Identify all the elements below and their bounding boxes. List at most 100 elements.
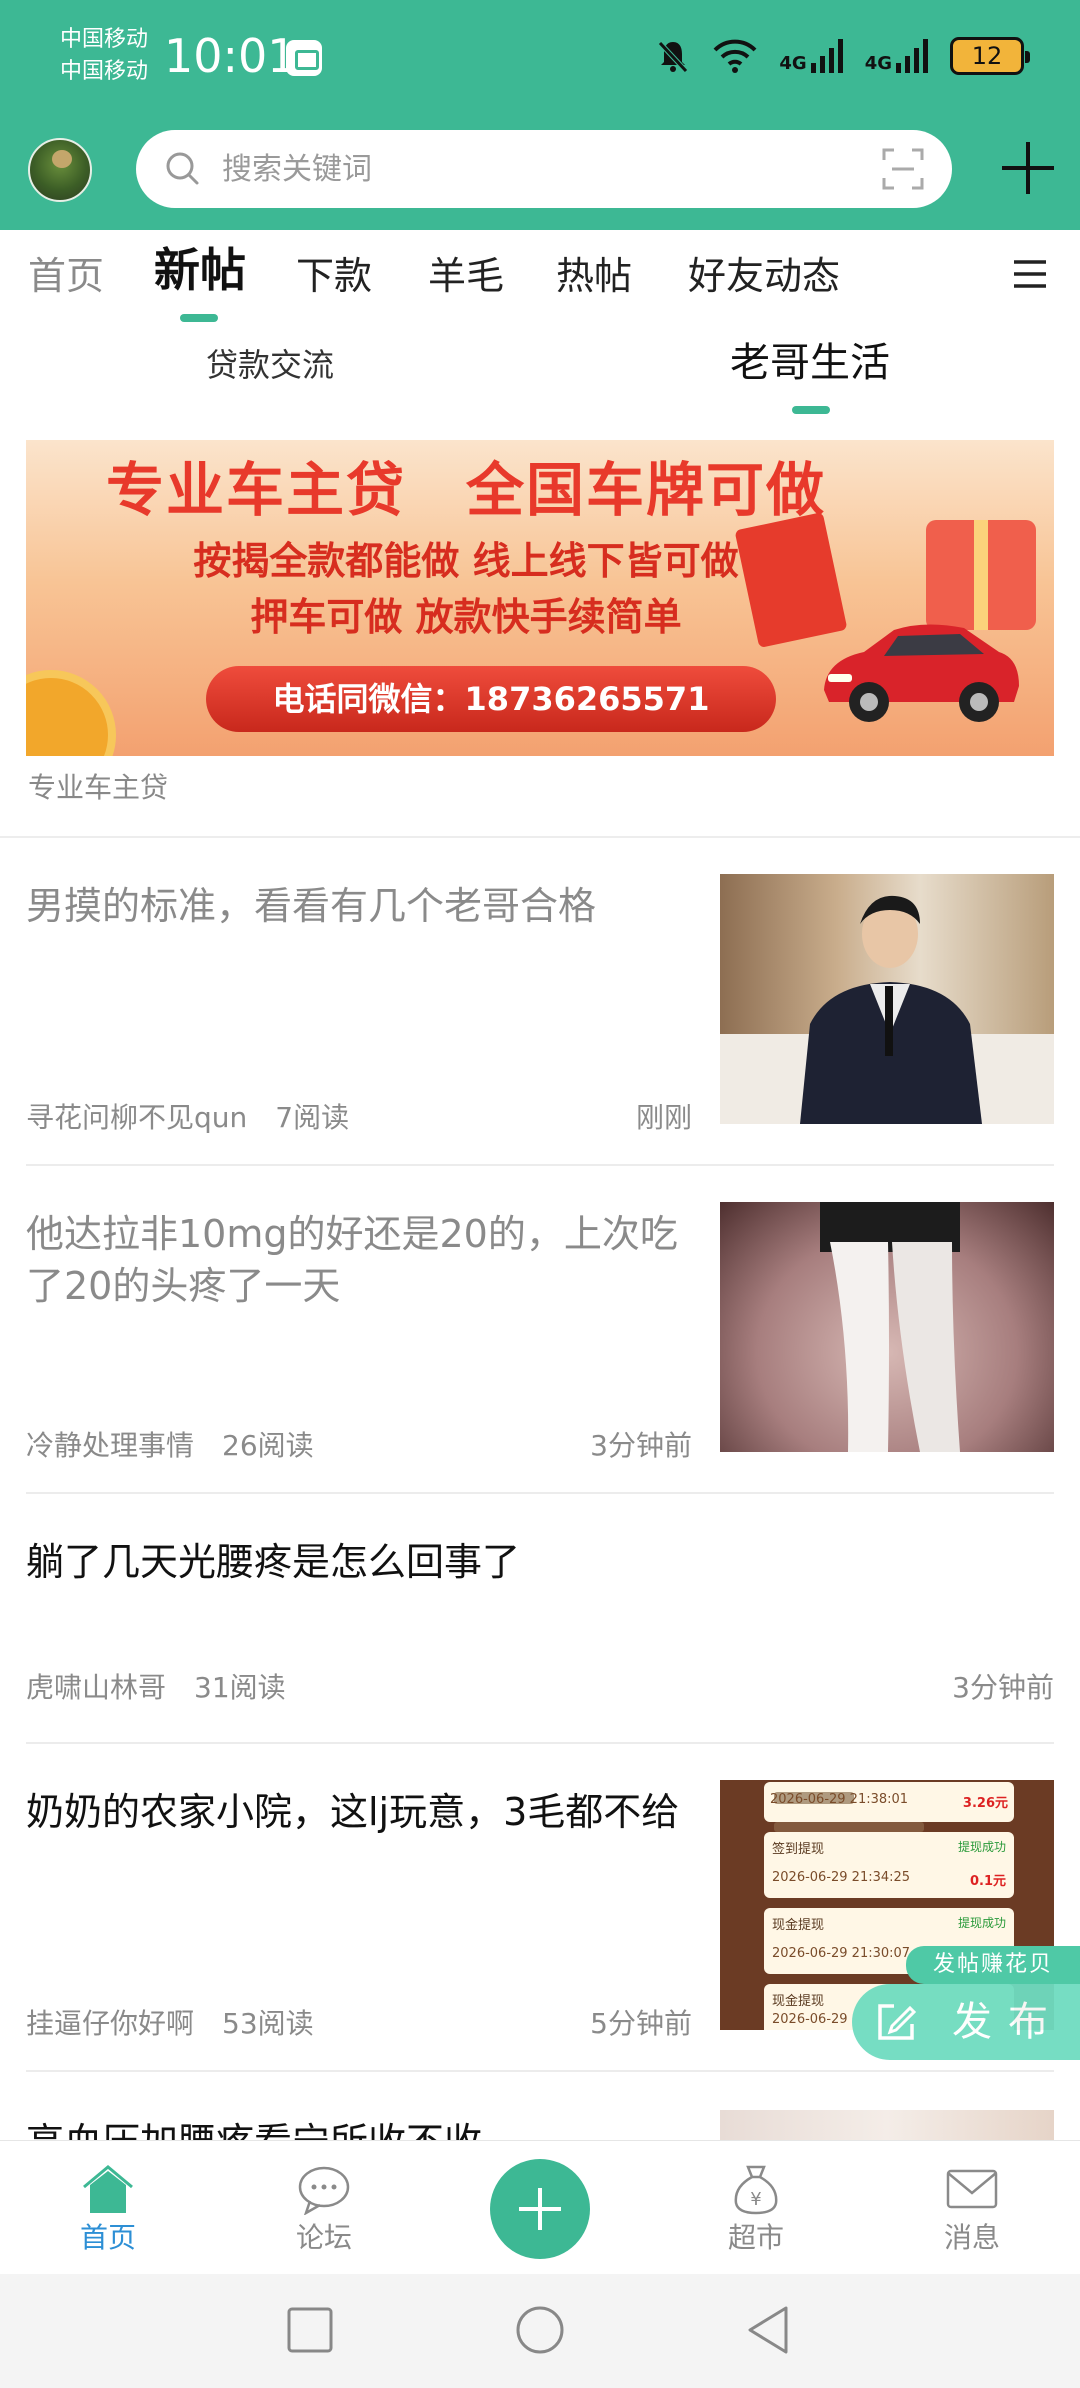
- envelope-icon: [946, 2169, 998, 2209]
- tab-indicator: [180, 314, 218, 322]
- post-reads: 7阅读: [275, 1101, 350, 1134]
- network-type-2: 4G: [864, 53, 892, 74]
- section-divider: [0, 836, 1080, 838]
- post-thumbnail[interactable]: [720, 1202, 1054, 1452]
- post-meta: 虎啸山林哥 31阅读: [26, 1668, 286, 1708]
- post-author[interactable]: 冷静处理事情: [26, 1429, 194, 1462]
- nav-market[interactable]: ¥ 超市: [696, 2163, 816, 2257]
- nav-label: 消息: [943, 2221, 1000, 2254]
- withdraw-record: 2026-06-29 21:38:01 3.26元: [764, 1782, 1014, 1832]
- post-title[interactable]: 高血压加腰疼看宁所收不收: [26, 2116, 686, 2140]
- ad-banner[interactable]: 专业车主贷 全国车牌可做 按揭全款都能做 线上线下皆可做 押车可做 放款快手续简…: [26, 440, 1054, 756]
- tab-deals[interactable]: 羊毛: [428, 248, 504, 304]
- signal-bars-1-icon: [810, 39, 843, 73]
- nav-label: 首页: [79, 2221, 136, 2254]
- post-time: 刚刚: [635, 1101, 692, 1134]
- carrier-2: 中国移动: [60, 59, 149, 84]
- network-type-1: 4G: [779, 53, 807, 74]
- search-input[interactable]: [222, 130, 802, 208]
- mute-bell-icon: [658, 41, 689, 73]
- edit-icon: [878, 2004, 917, 2040]
- tab-home[interactable]: 首页: [28, 248, 104, 304]
- publish-button[interactable]: 发布: [852, 1984, 1080, 2060]
- home-icon: [83, 2165, 133, 2213]
- post-title[interactable]: 他达拉非10mg的好还是20的，上次吃了20的头疼了一天: [26, 1208, 686, 1312]
- main-tab-bar: 首页 新帖 下款 羊毛 热帖 好友动态: [0, 230, 1080, 330]
- top-header: 中国移动 中国移动 10:01 4G 4G 12 搜索关键词: [0, 0, 1080, 230]
- post-title[interactable]: 躺了几天光腰疼是怎么回事了: [26, 1536, 1054, 1588]
- publish-label: 发布: [952, 1999, 1064, 2045]
- banner-title: 专业车主贷 全国车牌可做: [105, 456, 826, 524]
- feed-separator: [26, 1164, 1054, 1166]
- man-in-suit-image: [720, 895, 1054, 1124]
- tab-new-posts[interactable]: 新帖: [154, 242, 246, 298]
- feed-item[interactable]: 男摸的标准，看看有几个老哥合格 寻花问柳不见qun 7阅读 刚刚: [0, 874, 1080, 1208]
- plus-icon: [519, 2188, 561, 2230]
- banner-caption: 专业车主贷: [28, 771, 169, 804]
- nav-forum[interactable]: 论坛: [264, 2163, 384, 2257]
- withdraw-record: 签到提现 提现成功 2026-06-29 21:34:25 0.1元: [764, 1832, 1014, 1898]
- banner-phone: 电话同微信：18736265571: [206, 666, 776, 732]
- scan-icon[interactable]: [882, 148, 924, 190]
- subtab-bro-life[interactable]: 老哥生活: [730, 338, 890, 388]
- post-title[interactable]: 男摸的标准，看看有几个老哥合格: [26, 880, 686, 932]
- wifi-icon: [713, 39, 757, 73]
- post-meta: 寻花问柳不见qun 7阅读: [26, 1098, 349, 1138]
- post-time: 3分钟前: [952, 1671, 1054, 1704]
- post-meta: 冷静处理事情 26阅读: [26, 1426, 314, 1466]
- subtab-loan-talk[interactable]: 贷款交流: [206, 340, 334, 390]
- post-author[interactable]: 虎啸山林哥: [26, 1671, 166, 1704]
- signal-1: 4G: [779, 39, 843, 74]
- battery-level: 12: [971, 42, 1003, 70]
- chat-bubble-icon: [298, 2166, 350, 2215]
- post-author[interactable]: 挂逼仔你好啊: [26, 2007, 194, 2040]
- status-icons: 4G 4G 12: [655, 34, 1030, 78]
- user-avatar[interactable]: [28, 138, 92, 202]
- post-reads: 53阅读: [222, 2007, 314, 2040]
- nav-add-button[interactable]: [490, 2159, 590, 2259]
- notification-app-icon: [286, 40, 322, 76]
- tab-hot-posts[interactable]: 热帖: [556, 248, 632, 304]
- post-time: 5分钟前: [590, 2007, 692, 2040]
- signal-bars-2-icon: [896, 39, 928, 73]
- menu-icon[interactable]: [1010, 254, 1050, 294]
- back-triangle-icon[interactable]: [742, 2304, 794, 2356]
- feed-item[interactable]: 高血压加腰疼看宁所收不收: [0, 2110, 1080, 2140]
- carrier-1: 中国移动: [60, 27, 149, 52]
- earn-points-tag: 发帖赚花贝: [906, 1946, 1080, 1984]
- post-thumbnail[interactable]: [720, 2110, 1054, 2140]
- add-icon[interactable]: [996, 136, 1060, 200]
- feed-separator: [26, 2070, 1054, 2072]
- post-reads: 31阅读: [194, 1671, 286, 1704]
- stockings-image: [820, 1202, 960, 1452]
- post-title[interactable]: 奶奶的农家小院，这lj玩意，3毛都不给: [26, 1786, 686, 1838]
- post-author[interactable]: 寻花问柳不见qun: [26, 1101, 247, 1134]
- nav-home[interactable]: 首页: [48, 2163, 168, 2257]
- feed-item[interactable]: 他达拉非10mg的好还是20的，上次吃了20的头疼了一天 冷静处理事情 26阅读 …: [0, 1202, 1080, 1536]
- tab-loans[interactable]: 下款: [296, 248, 372, 304]
- tab-friends-feed[interactable]: 好友动态: [688, 248, 840, 304]
- search-icon: [166, 152, 199, 185]
- nav-label: 超市: [727, 2221, 784, 2254]
- search-bar[interactable]: [136, 130, 952, 208]
- status-time: 10:01: [164, 29, 297, 83]
- post-reads: 26阅读: [222, 1429, 314, 1462]
- signal-2: 4G: [865, 39, 928, 73]
- feed-separator: [26, 1742, 1054, 1744]
- post-time: 3分钟前: [590, 1429, 692, 1462]
- car-image: [824, 624, 1019, 722]
- feed-separator: [26, 1492, 1054, 1494]
- post-thumbnail[interactable]: [720, 874, 1054, 1124]
- home-circle-icon[interactable]: [514, 2304, 566, 2356]
- banner-line-2: 押车可做 放款快手续简单: [250, 595, 682, 639]
- subtab-indicator: [792, 406, 830, 414]
- banner-line-1: 按揭全款都能做 线上线下皆可做: [193, 539, 739, 583]
- post-meta: 挂逼仔你好啊 53阅读: [26, 2004, 314, 2044]
- nav-messages[interactable]: 消息: [912, 2163, 1032, 2257]
- bottom-nav: 首页 论坛 ¥ 超市 消息: [0, 2140, 1080, 2274]
- carrier-info: 中国移动 中国移动: [60, 24, 170, 88]
- system-nav-bar: [0, 2274, 1080, 2388]
- nav-label: 论坛: [295, 2221, 352, 2254]
- recent-apps-icon[interactable]: [284, 2304, 336, 2356]
- coin-decoration: [26, 670, 116, 756]
